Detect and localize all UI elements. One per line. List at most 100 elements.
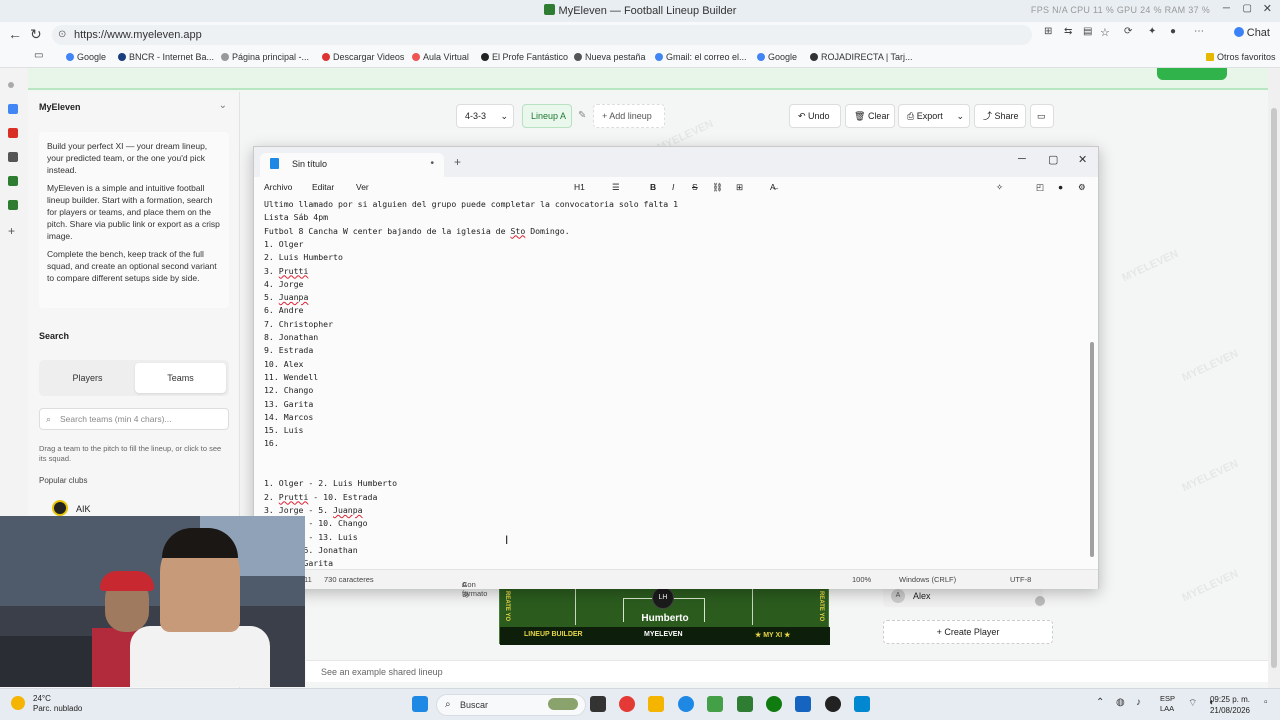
file-explorer-icon[interactable]: [648, 696, 664, 712]
language-indicator[interactable]: ESP LAA: [1160, 694, 1175, 714]
notepad-scrollbar[interactable]: [1090, 342, 1094, 557]
myeleven-icon-2[interactable]: [8, 200, 18, 210]
bookmark-7[interactable]: Nueva pestaña: [574, 52, 646, 62]
other-bookmarks[interactable]: Otros favoritos: [1206, 52, 1276, 62]
misspelled-word[interactable]: Juanpa: [279, 292, 309, 302]
bookmark-8[interactable]: Gmail: el correo el...: [655, 52, 747, 62]
search-icon[interactable]: [8, 82, 14, 88]
present-button[interactable]: ▭: [1030, 104, 1054, 128]
share-button[interactable]: ⤴ Share: [974, 104, 1026, 128]
bookmark-2[interactable]: BNCR - Internet Ba...: [118, 52, 214, 62]
chevron-down-icon[interactable]: [1035, 596, 1045, 606]
site-info-icon[interactable]: ⊙: [58, 25, 66, 45]
maximize-icon[interactable]: ▢: [1243, 3, 1252, 14]
italic-icon[interactable]: I: [672, 182, 674, 192]
export-button[interactable]: ⎙ Export ⌄: [898, 104, 970, 128]
bookmark-1[interactable]: Google: [66, 52, 106, 62]
scrollbar-thumb[interactable]: [1271, 108, 1277, 668]
settings-gear-icon[interactable]: ⚙: [1078, 182, 1086, 193]
lineup-a-tab[interactable]: Lineup A: [522, 104, 572, 128]
bookmark-9[interactable]: Google: [757, 52, 797, 62]
media-icon[interactable]: [8, 152, 18, 162]
notepad-tab[interactable]: Sin título •: [260, 153, 444, 177]
search-input[interactable]: ⌕ Search teams (min 4 chars)...: [39, 408, 229, 430]
add-icon[interactable]: +: [8, 225, 18, 237]
refresh-icon[interactable]: ⟳: [1124, 26, 1132, 37]
maximize-icon[interactable]: ▢: [1048, 153, 1058, 166]
edit-icon[interactable]: ✎: [578, 110, 586, 121]
volume-icon[interactable]: ♪: [1136, 697, 1141, 708]
player-position-token[interactable]: LH: [652, 587, 674, 609]
reading-icon[interactable]: ▤: [1083, 26, 1092, 37]
pitch[interactable]: LH Humberto REATE YO REATE YO LINEUP BUI…: [499, 587, 830, 645]
xbox-icon[interactable]: [766, 696, 782, 712]
minecraft-icon[interactable]: [737, 696, 753, 712]
tab-players[interactable]: Players: [42, 363, 133, 393]
undo-button[interactable]: ↶ Undo: [789, 104, 841, 128]
weather-widget[interactable]: 24°C Parc. nublado: [11, 694, 82, 714]
formation-select[interactable]: 4-3-3 ⌄: [456, 104, 514, 128]
menu-ver[interactable]: Ver: [356, 182, 369, 192]
bookmark-3[interactable]: Página principal -...: [221, 52, 309, 62]
myeleven-icon[interactable]: [8, 176, 18, 186]
bookmark-10[interactable]: ROJADIRECTA | Tarj...: [810, 52, 913, 62]
wifi-icon[interactable]: ⌔: [1188, 697, 1197, 710]
chevron-down-icon[interactable]: ⌄: [219, 100, 227, 111]
add-lineup-button[interactable]: + Add lineup: [593, 104, 665, 128]
task-view-icon[interactable]: [590, 696, 606, 712]
top-action-button[interactable]: [1157, 68, 1227, 80]
reload-icon[interactable]: ↻: [30, 26, 42, 43]
misspelled-word[interactable]: Juanpa: [333, 505, 363, 515]
bookmark-4[interactable]: Descargar Videos: [322, 52, 404, 62]
line-ending[interactable]: Windows (CRLF): [899, 575, 956, 584]
example-lineup-link[interactable]: See an example shared lineup: [306, 660, 1268, 682]
star-icon[interactable]: ☆: [1100, 26, 1110, 39]
edge-icon[interactable]: [678, 696, 694, 712]
new-tab-icon[interactable]: +: [454, 155, 461, 169]
heading-dropdown[interactable]: H1: [574, 182, 585, 192]
minimize-icon[interactable]: ─: [1018, 153, 1026, 165]
zoom-level[interactable]: 100%: [852, 575, 871, 584]
app-icon[interactable]: [795, 696, 811, 712]
link-icon[interactable]: ⛓: [712, 182, 723, 193]
bold-icon[interactable]: B: [650, 182, 656, 192]
gmail-icon[interactable]: [8, 128, 18, 138]
table-icon[interactable]: ⊞: [736, 182, 743, 193]
copilot-icon[interactable]: ✧: [996, 182, 1003, 193]
profile-icon[interactable]: ●: [1170, 26, 1176, 37]
misspelled-word[interactable]: Sto: [510, 226, 525, 236]
extensions-icon[interactable]: ✦: [1148, 26, 1156, 37]
clear-button[interactable]: 🗑 Clear: [845, 104, 895, 128]
list-icon[interactable]: ☰: [612, 182, 620, 193]
start-windows-icon[interactable]: [412, 696, 428, 712]
notepad-taskbar-icon[interactable]: [854, 696, 870, 712]
comment-icon[interactable]: ◰: [1036, 182, 1044, 193]
google-icon[interactable]: [8, 104, 18, 114]
obs-icon[interactable]: [825, 696, 841, 712]
strikethrough-icon[interactable]: S: [692, 182, 698, 192]
tabs-icon[interactable]: ▭: [34, 50, 43, 61]
unsaved-dot-icon[interactable]: •: [430, 153, 434, 175]
encoding[interactable]: UTF-8: [1010, 575, 1031, 584]
misspelled-word[interactable]: Prutti: [279, 266, 309, 276]
store-icon[interactable]: [707, 696, 723, 712]
apps-icon[interactable]: ⊞: [1044, 26, 1052, 37]
translate-icon[interactable]: ⇆: [1064, 26, 1072, 37]
clear-format-icon[interactable]: A̶: [770, 182, 776, 192]
chrome-icon[interactable]: [619, 696, 635, 712]
close-icon[interactable]: ✕: [1078, 153, 1087, 166]
menu-icon[interactable]: ⋯: [1194, 26, 1204, 37]
bookmark-5[interactable]: Aula Virtual: [412, 52, 469, 62]
clock[interactable]: 09:25 p. m. 21/08/2026: [1210, 694, 1250, 716]
menu-editar[interactable]: Editar: [312, 182, 334, 192]
bookmark-6[interactable]: El Profe Fantástico: [481, 52, 568, 62]
notepad-text-area[interactable]: Ultimo llamado por si alguien del grupo …: [254, 197, 1098, 569]
club-item[interactable]: AIK: [52, 500, 91, 516]
create-player-button[interactable]: + Create Player: [883, 620, 1053, 644]
menu-archivo[interactable]: Archivo: [264, 182, 292, 192]
back-icon[interactable]: ←: [8, 26, 22, 42]
account-icon[interactable]: ●: [1058, 182, 1063, 192]
chevron-up-icon[interactable]: ⌃: [1096, 697, 1104, 708]
page-scrollbar[interactable]: [1268, 68, 1280, 688]
close-icon[interactable]: ✕: [1263, 2, 1272, 15]
